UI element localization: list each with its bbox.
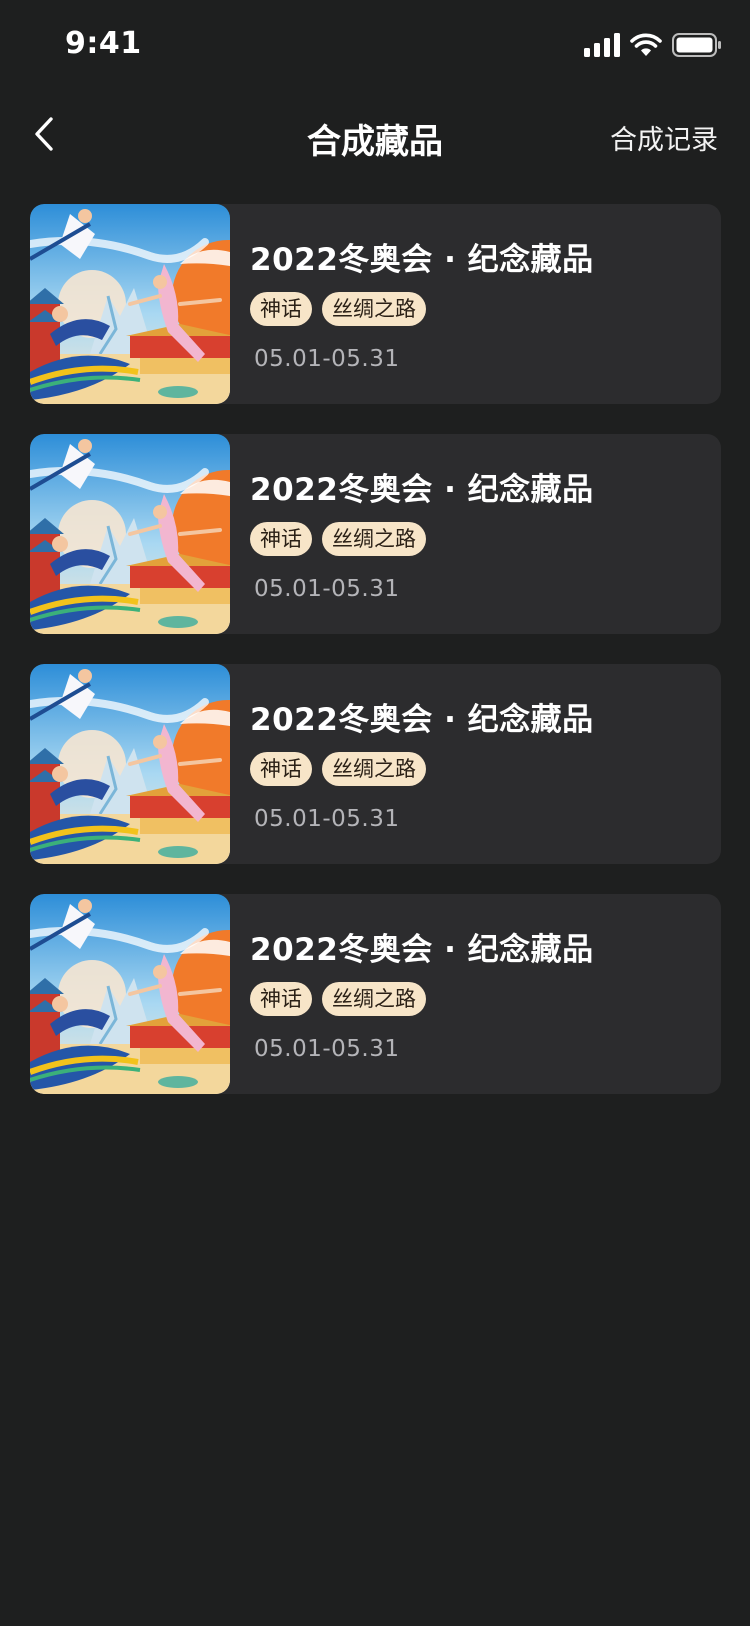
tag-myth: 神话 xyxy=(250,522,312,556)
collection-card[interactable]: 2022冬奥会 · 纪念藏品 神话 丝绸之路 05.01-05.31 xyxy=(30,434,721,634)
collection-card[interactable]: 2022冬奥会 · 纪念藏品 神话 丝绸之路 05.01-05.31 xyxy=(30,664,721,864)
tag-myth: 神话 xyxy=(250,982,312,1016)
collection-title: 2022冬奥会 · 纪念藏品 xyxy=(250,702,594,738)
nav-bar: 合成藏品 合成记录 xyxy=(0,100,750,172)
collection-date: 05.01-05.31 xyxy=(254,346,400,372)
tag-silk-road: 丝绸之路 xyxy=(322,522,426,556)
tag-silk-road: 丝绸之路 xyxy=(322,982,426,1016)
tag-group: 神话 丝绸之路 xyxy=(250,522,426,556)
tag-group: 神话 丝绸之路 xyxy=(250,292,426,326)
collection-thumbnail xyxy=(30,664,230,864)
screen: 9:41 合成藏品 合成记录 2022冬奥会 · 纪念藏品 神话 丝绸之路 05… xyxy=(0,0,750,1626)
tag-group: 神话 丝绸之路 xyxy=(250,752,426,786)
collection-title: 2022冬奥会 · 纪念藏品 xyxy=(250,242,594,278)
collection-title: 2022冬奥会 · 纪念藏品 xyxy=(250,472,594,508)
collection-card[interactable]: 2022冬奥会 · 纪念藏品 神话 丝绸之路 05.01-05.31 xyxy=(30,894,721,1094)
collection-date: 05.01-05.31 xyxy=(254,576,400,602)
wifi-icon xyxy=(630,33,662,61)
status-time: 9:41 xyxy=(65,26,142,61)
collection-date: 05.01-05.31 xyxy=(254,1036,400,1062)
status-bar: 9:41 xyxy=(0,0,750,90)
tag-group: 神话 丝绸之路 xyxy=(250,982,426,1016)
tag-silk-road: 丝绸之路 xyxy=(322,752,426,786)
tag-myth: 神话 xyxy=(250,292,312,326)
collection-list: 2022冬奥会 · 纪念藏品 神话 丝绸之路 05.01-05.31 2022冬… xyxy=(30,204,721,1124)
status-icons xyxy=(584,32,722,62)
collection-thumbnail xyxy=(30,894,230,1094)
battery-icon xyxy=(672,33,722,61)
collection-card[interactable]: 2022冬奥会 · 纪念藏品 神话 丝绸之路 05.01-05.31 xyxy=(30,204,721,404)
synthesis-record-link[interactable]: 合成记录 xyxy=(610,118,718,157)
tag-silk-road: 丝绸之路 xyxy=(322,292,426,326)
collection-title: 2022冬奥会 · 纪念藏品 xyxy=(250,932,594,968)
signal-icon xyxy=(584,33,620,61)
collection-thumbnail xyxy=(30,204,230,404)
tag-myth: 神话 xyxy=(250,752,312,786)
collection-thumbnail xyxy=(30,434,230,634)
collection-date: 05.01-05.31 xyxy=(254,806,400,832)
